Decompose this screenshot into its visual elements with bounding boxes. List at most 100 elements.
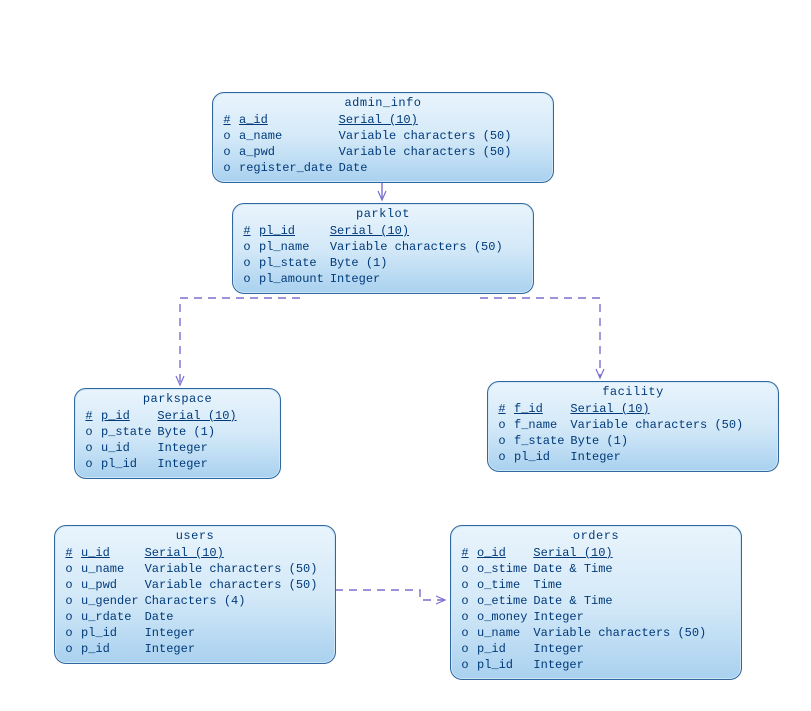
attr-name: p_state <box>101 424 157 440</box>
attr-name: pl_amount <box>259 271 330 287</box>
entity-title: facility <box>488 382 778 401</box>
attr-type: Serial (10) <box>330 223 509 239</box>
entity-title: admin_info <box>213 93 553 112</box>
attr-name: pl_id <box>259 223 330 239</box>
attr-name: p_id <box>81 641 145 657</box>
attr-marker: o <box>63 577 81 593</box>
table-row: oregister_dateDate <box>221 160 517 176</box>
entity-title: parkspace <box>75 389 280 408</box>
table-row: op_stateByte (1) <box>83 424 243 440</box>
attr-name: a_name <box>239 128 339 144</box>
attr-type: Integer <box>145 625 324 641</box>
attr-name: u_name <box>81 561 145 577</box>
table-row: of_stateByte (1) <box>496 433 749 449</box>
attr-name: u_id <box>101 440 157 456</box>
attr-type: Characters (4) <box>145 593 324 609</box>
edge-parklot-to-facility <box>480 298 600 378</box>
attr-type: Serial (10) <box>157 408 242 424</box>
attr-name: f_state <box>514 433 570 449</box>
attr-type: Byte (1) <box>157 424 242 440</box>
edge-parklot-to-parkspace <box>180 298 300 385</box>
attr-name: u_gender <box>81 593 145 609</box>
table-row: opl_amountInteger <box>241 271 509 287</box>
table-row: ou_genderCharacters (4) <box>63 593 323 609</box>
entity-attributes: #u_idSerial (10)ou_nameVariable characte… <box>63 545 323 657</box>
table-row: #p_idSerial (10) <box>83 408 243 424</box>
entity-parklot: parklot#pl_idSerial (10)opl_nameVariable… <box>232 203 534 294</box>
attr-type: Variable characters (50) <box>330 239 509 255</box>
attr-name: o_time <box>477 577 533 593</box>
attr-marker: o <box>459 625 477 641</box>
attr-marker: o <box>83 424 101 440</box>
table-row: oo_etimeDate & Time <box>459 593 712 609</box>
table-row: opl_idInteger <box>83 456 243 472</box>
table-row: opl_idInteger <box>63 625 323 641</box>
pk-marker: # <box>496 401 514 417</box>
pk-marker: # <box>459 545 477 561</box>
attr-name: p_id <box>477 641 533 657</box>
attr-type: Serial (10) <box>533 545 712 561</box>
entity-facility: facility#f_idSerial (10)of_nameVariable … <box>487 381 779 472</box>
attr-marker: o <box>496 433 514 449</box>
attr-name: o_id <box>477 545 533 561</box>
table-row: opl_stateByte (1) <box>241 255 509 271</box>
attr-type: Date & Time <box>533 593 712 609</box>
table-row: opl_idInteger <box>496 449 749 465</box>
attr-type: Integer <box>570 449 749 465</box>
attr-name: p_id <box>101 408 157 424</box>
pk-marker: # <box>241 223 259 239</box>
attr-marker: o <box>459 641 477 657</box>
attr-name: u_pwd <box>81 577 145 593</box>
table-row: ou_pwdVariable characters (50) <box>63 577 323 593</box>
attr-name: u_name <box>477 625 533 641</box>
attr-marker: o <box>63 609 81 625</box>
entity-admin-info: admin_info#a_idSerial (10)oa_nameVariabl… <box>212 92 554 183</box>
attr-type: Date & Time <box>533 561 712 577</box>
attr-name: pl_id <box>101 456 157 472</box>
attr-marker: o <box>241 271 259 287</box>
attr-marker: o <box>459 609 477 625</box>
attr-name: o_etime <box>477 593 533 609</box>
pk-marker: # <box>221 112 239 128</box>
attr-type: Serial (10) <box>339 112 518 128</box>
attr-name: pl_id <box>514 449 570 465</box>
attr-marker: o <box>221 128 239 144</box>
attr-marker: o <box>63 593 81 609</box>
table-row: oo_moneyInteger <box>459 609 712 625</box>
attr-type: Integer <box>157 440 242 456</box>
attr-marker: o <box>496 449 514 465</box>
pk-marker: # <box>63 545 81 561</box>
attr-type: Variable characters (50) <box>145 577 324 593</box>
attr-type: Integer <box>145 641 324 657</box>
attr-marker: o <box>63 641 81 657</box>
attr-marker: o <box>221 160 239 176</box>
table-row: #pl_idSerial (10) <box>241 223 509 239</box>
table-row: ou_nameVariable characters (50) <box>459 625 712 641</box>
attr-marker: o <box>459 657 477 673</box>
attr-name: u_id <box>81 545 145 561</box>
attr-marker: o <box>83 456 101 472</box>
attr-type: Integer <box>157 456 242 472</box>
table-row: oa_pwdVariable characters (50) <box>221 144 517 160</box>
attr-type: Variable characters (50) <box>533 625 712 641</box>
pk-marker: # <box>83 408 101 424</box>
entity-title: parklot <box>233 204 533 223</box>
attr-type: Serial (10) <box>570 401 749 417</box>
table-row: #o_idSerial (10) <box>459 545 712 561</box>
table-row: oo_timeTime <box>459 577 712 593</box>
table-row: op_idInteger <box>459 641 712 657</box>
entity-attributes: #f_idSerial (10)of_nameVariable characte… <box>496 401 749 465</box>
attr-marker: o <box>496 417 514 433</box>
table-row: opl_nameVariable characters (50) <box>241 239 509 255</box>
table-row: opl_idInteger <box>459 657 712 673</box>
table-row: ou_rdateDate <box>63 609 323 625</box>
attr-marker: o <box>63 561 81 577</box>
attr-type: Integer <box>533 609 712 625</box>
table-row: oa_nameVariable characters (50) <box>221 128 517 144</box>
table-row: #a_idSerial (10) <box>221 112 517 128</box>
attr-marker: o <box>83 440 101 456</box>
attr-marker: o <box>459 593 477 609</box>
attr-marker: o <box>221 144 239 160</box>
attr-name: register_date <box>239 160 339 176</box>
entity-attributes: #o_idSerial (10)oo_stimeDate & Timeoo_ti… <box>459 545 712 673</box>
